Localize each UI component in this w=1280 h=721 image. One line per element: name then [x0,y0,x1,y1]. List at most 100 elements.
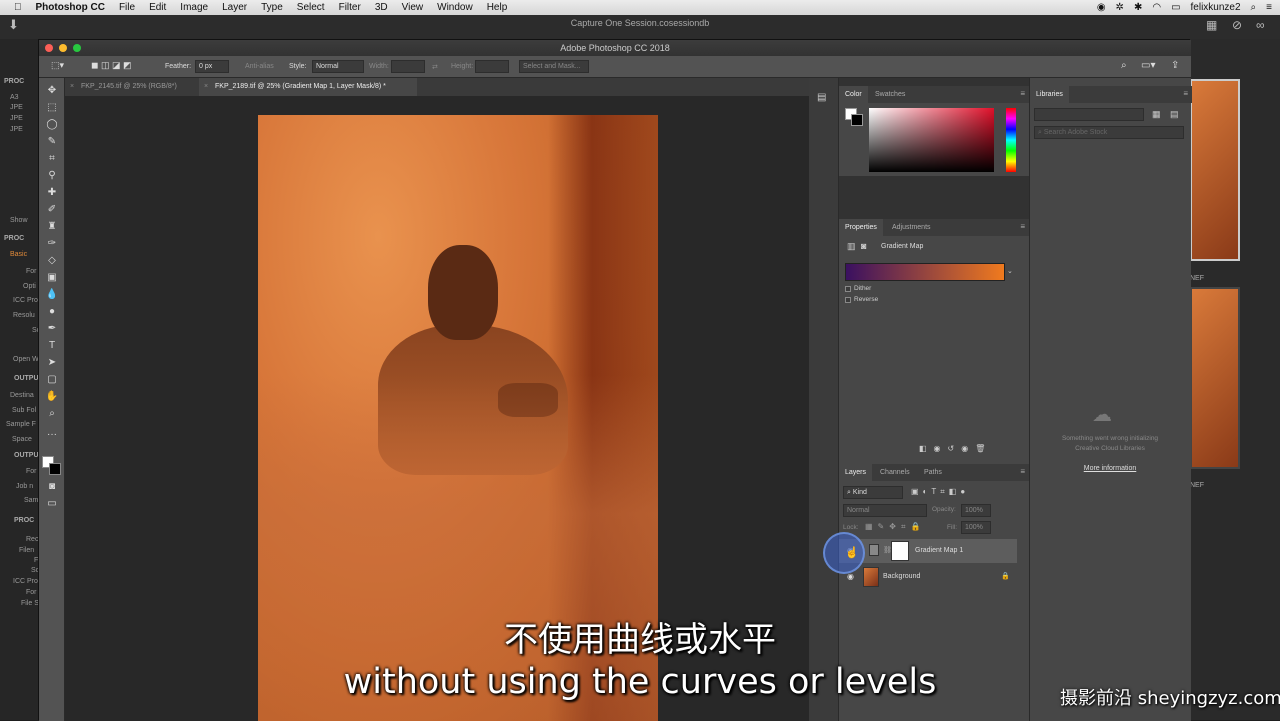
close-button[interactable] [45,44,53,52]
brush-tool-icon[interactable]: ✐ [44,203,60,217]
path-select-icon[interactable]: ➤ [44,356,60,370]
workspace-icon[interactable]: ▭▾ [1141,60,1155,71]
background-color-swatch[interactable] [49,463,61,475]
close-tab-icon[interactable]: × [70,78,74,96]
lock-icon[interactable]: 🔒 [1001,572,1010,580]
properties-footer-icons[interactable]: ◧◉↺◉🗑 [919,444,992,453]
feather-input[interactable]: 0 px [195,60,229,73]
rectangle-tool-icon[interactable]: ▢ [44,373,60,387]
close-tab-icon[interactable]: × [204,78,208,96]
quick-select-icon[interactable]: ✎ [44,135,60,149]
user-name[interactable]: felixkunze2 [1191,2,1241,13]
grid-view-icon[interactable]: ▦ [1152,109,1161,120]
eraser-icon[interactable]: ◇ [44,254,60,268]
tab-paths[interactable]: Paths [918,464,948,481]
layer-filter-select[interactable]: ⌕ Kind [843,486,903,499]
menu-select[interactable]: Select [297,2,325,13]
wifi-icon[interactable]: ◠ [1152,2,1161,13]
antialias-checkbox[interactable]: Anti-alias [245,63,274,70]
eyedropper-icon[interactable]: ⚲ [44,169,60,183]
menu-help[interactable]: Help [487,2,508,13]
list-view-icon[interactable]: ▤ [1170,109,1179,120]
menu-file[interactable]: File [119,2,135,13]
marquee-tool-icon[interactable]: ⬚ [44,101,60,115]
healing-brush-icon[interactable]: ✚ [44,186,60,200]
more-tools-icon[interactable]: ··· [44,428,60,442]
c1-label[interactable]: Basic [10,251,27,258]
grid-icon[interactable]: ▦ [1206,17,1217,33]
bluetooth-icon[interactable]: ✱ [1134,2,1142,13]
thumbnail[interactable] [1190,79,1240,261]
color-field[interactable] [869,108,994,172]
glasses-icon[interactable]: ∞ [1256,17,1265,33]
panel-menu-icon[interactable]: ≡ [1020,89,1025,98]
style-select[interactable]: Normal [312,60,364,73]
menu-image[interactable]: Image [180,2,208,13]
marquee-tool-icon[interactable]: ⬚▾ [51,60,64,71]
history-brush-icon[interactable]: ✑ [44,237,60,251]
panel-menu-icon[interactable]: ≡ [1020,222,1025,231]
zoom-button[interactable] [73,44,81,52]
select-and-mask-button[interactable]: Select and Mask... [519,60,589,73]
library-select[interactable] [1034,108,1144,121]
lock-icons[interactable]: ▦✎✥⌗🔒 [865,522,925,532]
menu-type[interactable]: Type [261,2,283,13]
tab-swatches[interactable]: Swatches [869,86,911,103]
dither-checkbox[interactable] [845,286,851,292]
filter-icons[interactable]: ▣◐T⌗◧● [911,487,969,497]
import-icon[interactable]: ⬇ [8,17,19,33]
lasso-tool-icon[interactable]: ◯ [44,118,60,132]
app-menu[interactable]: Photoshop CC [36,2,105,13]
selection-mode-icon[interactable]: ◼ ◫ ◪ ◩ [91,60,131,71]
minimize-button[interactable] [59,44,67,52]
width-input[interactable] [391,60,425,73]
zoom-tool-icon[interactable]: ⌕ [44,407,60,421]
search-icon[interactable]: ⌕ [1251,2,1257,13]
type-tool-icon[interactable]: T [44,339,60,353]
history-panel-icon[interactable]: ▤ [817,92,826,103]
screen-mode-icon[interactable]: ▭ [44,497,60,511]
menu-view[interactable]: View [402,2,424,13]
menu-window[interactable]: Window [437,2,473,13]
quick-mask-icon[interactable]: ◙ [44,480,60,494]
tab-fkp-2189[interactable]: × FKP_2189.tif @ 25% (Gradient Map 1, La… [199,78,417,96]
tab-libraries[interactable]: Libraries [1030,86,1069,103]
layer-name[interactable]: Background [883,573,920,580]
chevron-down-icon[interactable]: ⌄ [1007,267,1013,275]
panel-menu-icon[interactable]: ≡ [1020,467,1025,476]
crop-tool-icon[interactable]: ⌗ [44,152,60,166]
stock-search-input[interactable]: ⌕ Search Adobe Stock [1034,126,1184,139]
tab-properties[interactable]: Properties [839,219,883,236]
bg-color-chip[interactable] [851,114,863,126]
record-icon[interactable]: ◉ [1097,2,1106,13]
share-icon[interactable]: ⇪ [1171,60,1179,71]
dodge-tool-icon[interactable]: ● [44,305,60,319]
tab-color[interactable]: Color [839,86,868,103]
menu-edit[interactable]: Edit [149,2,166,13]
tab-channels[interactable]: Channels [874,464,916,481]
height-input[interactable] [475,60,509,73]
tab-adjustments[interactable]: Adjustments [886,219,937,236]
layer-name[interactable]: Gradient Map 1 [915,547,963,554]
menu-layer[interactable]: Layer [222,2,247,13]
opacity-input[interactable]: 100% [961,504,991,517]
mask-icon[interactable]: ◙ [861,241,866,251]
blur-tool-icon[interactable]: 💧 [44,288,60,302]
tab-fkp-2145[interactable]: × FKP_2145.tif @ 25% (RGB/8*) [65,78,199,96]
exposure-icon[interactable]: ⊘ [1232,17,1242,33]
fill-input[interactable]: 100% [961,521,991,534]
list-icon[interactable]: ≡ [1266,2,1272,13]
hue-slider[interactable] [1006,108,1016,172]
battery-icon[interactable]: ▭ [1171,2,1180,13]
gear-icon[interactable]: ✲ [1116,2,1124,13]
menu-3d[interactable]: 3D [375,2,388,13]
pen-tool-icon[interactable]: ✒ [44,322,60,336]
reverse-checkbox[interactable] [845,297,851,303]
tab-layers[interactable]: Layers [839,464,873,481]
clone-stamp-icon[interactable]: ♜ [44,220,60,234]
more-information-link[interactable]: More information [1040,464,1180,473]
gradient-tool-icon[interactable]: ▣ [44,271,60,285]
thumbnail[interactable] [1190,287,1240,469]
panel-menu-icon[interactable]: ≡ [1183,89,1188,98]
gradient-picker[interactable] [845,263,1005,281]
